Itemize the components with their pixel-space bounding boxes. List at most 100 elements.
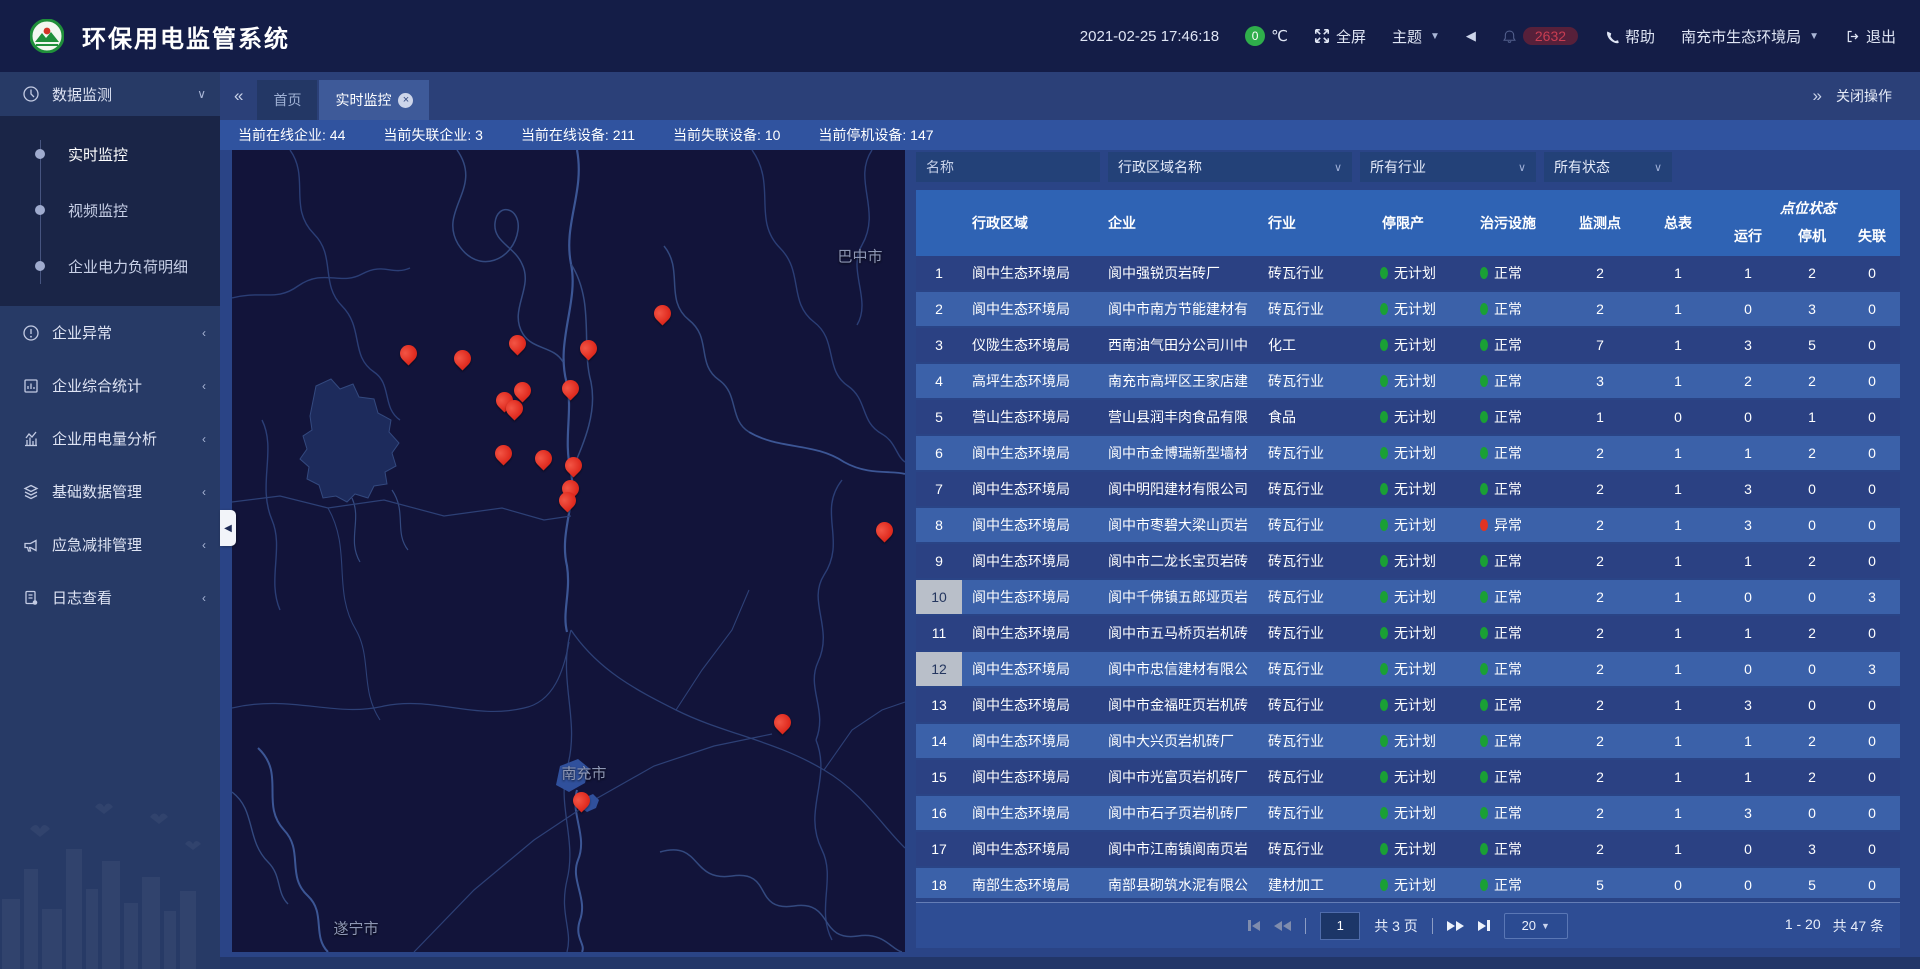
fullscreen-button[interactable]: 全屏	[1314, 26, 1366, 47]
tab-1[interactable]: 实时监控 ×	[319, 80, 429, 120]
table-row-13[interactable]: 13阆中生态环境局阆中市金福旺页岩机砖砖瓦行业无计划正常21300	[916, 688, 1900, 722]
table-row-8[interactable]: 8阆中生态环境局阆中市枣碧大梁山页岩砖瓦行业无计划异常21300	[916, 508, 1900, 542]
column-header-industry[interactable]: 行业	[1258, 213, 1368, 233]
status-dot-green	[1380, 411, 1388, 423]
chevron-down-icon: ∨	[197, 87, 206, 101]
sidebar-item-4[interactable]: 基础数据管理‹	[0, 465, 220, 518]
org-dropdown[interactable]: 南充市生态环境局▼	[1681, 26, 1819, 47]
table-row-6[interactable]: 6阆中生态环境局阆中市金博瑞新型墙材砖瓦行业无计划正常21120	[916, 436, 1900, 470]
filter-select-2[interactable]: 所有状态∨	[1544, 152, 1672, 182]
table-row-16[interactable]: 16阆中生态环境局阆中市石子页岩机砖厂砖瓦行业无计划正常21300	[916, 796, 1900, 830]
cell-lost: 0	[1844, 337, 1900, 353]
sidebar-item-1[interactable]: 企业异常‹	[0, 306, 220, 359]
last-page-button[interactable]	[1478, 920, 1490, 931]
cell-company: 阆中市二龙长宝页岩砖	[1098, 551, 1258, 571]
cell-limit-status: 无计划	[1368, 407, 1468, 427]
cell-industry: 砖瓦行业	[1258, 587, 1368, 607]
sidebar-item-6[interactable]: 日志查看‹	[0, 571, 220, 624]
table-row-18[interactable]: 18南部生态环境局南部县砌筑水泥有限公建材加工无计划正常50050	[916, 868, 1900, 898]
sidebar-collapse-button[interactable]: ◀	[220, 510, 236, 546]
column-header-limit[interactable]: 停限产	[1368, 213, 1468, 233]
cell-facility-status: 正常	[1468, 659, 1560, 679]
cell-region: 阆中生态环境局	[962, 263, 1098, 283]
status-dot-green	[1480, 771, 1488, 783]
top-header: 环保用电监管系统 2021-02-25 17:46:18 0 ℃ 全屏 主题▼ …	[0, 0, 1920, 72]
tabs-scroll-left-icon[interactable]: «	[220, 86, 257, 106]
tab-close-icon[interactable]: ×	[398, 93, 413, 108]
tab-0[interactable]: 首页	[257, 80, 317, 120]
close-operations-button[interactable]: 关闭操作	[1836, 86, 1892, 106]
column-header-company[interactable]: 企业	[1098, 213, 1258, 233]
table-row-3[interactable]: 3仪陇生态环境局西南油气田分公司川中化工无计划正常71350	[916, 328, 1900, 362]
status-dot-green	[1480, 699, 1488, 711]
table-row-5[interactable]: 5营山生态环境局营山县润丰肉食品有限食品无计划正常10010	[916, 400, 1900, 434]
sidebar-item-label: 基础数据管理	[52, 481, 190, 502]
cell-meters: 1	[1640, 697, 1716, 713]
table-row-9[interactable]: 9阆中生态环境局阆中市二龙长宝页岩砖砖瓦行业无计划正常21120	[916, 544, 1900, 578]
page-number-input[interactable]	[1320, 912, 1360, 940]
column-header-stopped[interactable]: 停机	[1780, 220, 1844, 246]
column-header-lost[interactable]: 失联	[1844, 220, 1900, 246]
cell-meters: 1	[1640, 625, 1716, 641]
logout-button[interactable]: 退出	[1845, 26, 1896, 47]
column-header-meters[interactable]: 总表	[1640, 213, 1716, 233]
map-canvas[interactable]: 巴中市南充市遂宁市	[232, 150, 905, 952]
sidebar-item-5[interactable]: 应急减排管理‹	[0, 518, 220, 571]
cell-stopped: 5	[1780, 877, 1844, 893]
table-row-14[interactable]: 14阆中生态环境局阆中大兴页岩机砖厂砖瓦行业无计划正常21120	[916, 724, 1900, 758]
cell-company: 西南油气田分公司川中	[1098, 335, 1258, 355]
status-dot-green	[1380, 663, 1388, 675]
notifications[interactable]: 2632	[1502, 27, 1578, 45]
status-dot-green	[1380, 771, 1388, 783]
column-header-running[interactable]: 运行	[1716, 220, 1780, 246]
page-size-select[interactable]: 20 ▼	[1504, 913, 1568, 939]
cell-region: 阆中生态环境局	[962, 299, 1098, 319]
status-dot-green	[1480, 663, 1488, 675]
column-header-points[interactable]: 监测点	[1560, 213, 1640, 233]
sidebar-item-2[interactable]: 企业综合统计‹	[0, 359, 220, 412]
theme-dropdown[interactable]: 主题▼	[1392, 26, 1440, 47]
cell-limit-status: 无计划	[1368, 443, 1468, 463]
name-search-input[interactable]	[916, 152, 1100, 182]
chevron-left-icon: ‹	[202, 432, 206, 446]
cell-meters: 1	[1640, 733, 1716, 749]
table-row-2[interactable]: 2阆中生态环境局阆中市南方节能建材有砖瓦行业无计划正常21030	[916, 292, 1900, 326]
table-row-10[interactable]: 10阆中生态环境局阆中千佛镇五郎垭页岩砖瓦行业无计划正常21003	[916, 580, 1900, 614]
cell-company: 阆中市南方节能建材有	[1098, 299, 1258, 319]
cell-industry: 砖瓦行业	[1258, 551, 1368, 571]
cell-lost: 0	[1844, 445, 1900, 461]
stat-item-1: 当前失联企业: 3	[383, 125, 483, 145]
sidebar-item-0[interactable]: 数据监测∨	[0, 72, 220, 116]
cell-limit-status: 无计划	[1368, 875, 1468, 895]
cell-points: 2	[1560, 625, 1640, 641]
table-row-4[interactable]: 4高坪生态环境局南充市高坪区王家店建砖瓦行业无计划正常31220	[916, 364, 1900, 398]
table-row-7[interactable]: 7阆中生态环境局阆中明阳建材有限公司砖瓦行业无计划正常21300	[916, 472, 1900, 506]
table-row-1[interactable]: 1阆中生态环境局阆中强锐页岩砖厂砖瓦行业无计划正常21120	[916, 256, 1900, 290]
tab-label: 实时监控	[335, 90, 391, 110]
sidebar-subitem-1[interactable]: 视频监控	[0, 182, 220, 238]
tabs-scroll-right-icon[interactable]: »	[1809, 86, 1826, 106]
filter-select-1[interactable]: 所有行业∨	[1360, 152, 1536, 182]
mute-icon[interactable]: ◀	[1466, 28, 1476, 44]
help-button[interactable]: 帮助	[1604, 26, 1655, 47]
cell-company: 阆中市忠信建材有限公	[1098, 659, 1258, 679]
column-header-facility[interactable]: 治污设施	[1468, 213, 1560, 233]
sidebar-item-3[interactable]: 企业用电量分析‹	[0, 412, 220, 465]
cell-industry: 建材加工	[1258, 875, 1368, 895]
sidebar-subitem-2[interactable]: 企业电力负荷明细	[0, 238, 220, 294]
table-row-17[interactable]: 17阆中生态环境局阆中市江南镇阆南页岩砖瓦行业无计划正常21030	[916, 832, 1900, 866]
sidebar-subitem-0[interactable]: 实时监控	[0, 126, 220, 182]
first-page-button[interactable]	[1248, 920, 1260, 931]
status-dot-green	[1380, 807, 1388, 819]
table-row-15[interactable]: 15阆中生态环境局阆中市光富页岩机砖厂砖瓦行业无计划正常21120	[916, 760, 1900, 794]
table-row-11[interactable]: 11阆中生态环境局阆中市五马桥页岩机砖砖瓦行业无计划正常21120	[916, 616, 1900, 650]
filter-select-0[interactable]: 行政区域名称∨	[1108, 152, 1352, 182]
cell-facility-status: 正常	[1468, 299, 1560, 319]
table-row-12[interactable]: 12阆中生态环境局阆中市忠信建材有限公砖瓦行业无计划正常21003	[916, 652, 1900, 686]
sidebar-item-label: 企业综合统计	[52, 375, 190, 396]
prev-page-button[interactable]	[1274, 921, 1291, 931]
cell-stopped: 0	[1780, 697, 1844, 713]
next-page-button[interactable]	[1447, 921, 1464, 931]
column-header-region[interactable]: 行政区域	[962, 213, 1098, 233]
cell-industry: 食品	[1258, 407, 1368, 427]
